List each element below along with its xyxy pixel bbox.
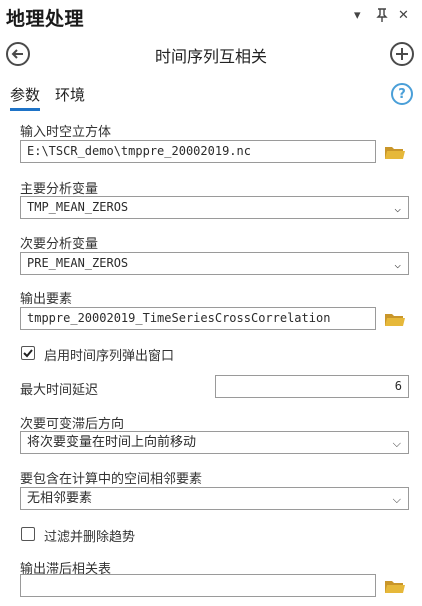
detrend-label: 过滤并删除趋势 — [44, 530, 136, 545]
pane-title: 地理处理 — [6, 8, 85, 30]
secondary-variable-select[interactable]: PRE_MEAN_ZEROS ⌵ — [20, 252, 409, 275]
enable-popup-checkbox[interactable] — [21, 346, 35, 360]
chevron-down-icon: ⌵ — [392, 437, 401, 450]
enable-popup-label: 启用时间序列弹出窗口 — [44, 349, 175, 364]
close-icon[interactable]: ✕ — [398, 8, 409, 24]
chevron-down-icon: ⌵ — [394, 202, 401, 215]
chevron-down-icon: ⌵ — [394, 258, 401, 271]
browse-input-cube-button[interactable] — [385, 144, 405, 163]
folder-icon — [385, 314, 405, 326]
lag-direction-select[interactable]: 将次要变量在时间上向前移动 ⌵ — [20, 431, 409, 454]
output-features-field[interactable]: tmppre_20002019_TimeSeriesCrossCorrelati… — [20, 307, 376, 330]
options-dropdown-icon[interactable]: ▾ — [354, 8, 361, 24]
pin-icon-glyph — [376, 8, 388, 22]
lag-direction-value: 将次要变量在时间上向前移动 — [27, 435, 197, 450]
tool-title: 时间序列互相关 — [154, 47, 267, 66]
lag-direction-label: 次要可变滞后方向 — [20, 417, 125, 432]
checkmark-icon — [23, 349, 33, 358]
tab-parameters[interactable]: 参数 — [10, 84, 41, 111]
output-table-field[interactable] — [20, 574, 376, 597]
primary-variable-select[interactable]: TMP_MEAN_ZEROS ⌵ — [20, 196, 409, 219]
secondary-variable-value: PRE_MEAN_ZEROS — [27, 256, 129, 270]
plus-icon — [396, 48, 408, 60]
input-cube-label: 输入时空立方体 — [20, 125, 112, 140]
max-lag-label: 最大时间延迟 — [20, 383, 99, 398]
primary-variable-value: TMP_MEAN_ZEROS — [27, 200, 129, 214]
chevron-down-icon: ⌵ — [392, 493, 401, 506]
help-icon[interactable]: ? — [391, 83, 413, 105]
neighbors-select[interactable]: 无相邻要素 ⌵ — [20, 487, 409, 510]
browse-output-table-button[interactable] — [385, 578, 405, 597]
pin-icon[interactable] — [376, 8, 388, 27]
secondary-variable-label: 次要分析变量 — [20, 237, 99, 252]
primary-variable-label: 主要分析变量 — [20, 182, 99, 197]
tab-environments[interactable]: 环境 — [55, 84, 85, 105]
detrend-checkbox[interactable] — [21, 527, 35, 541]
folder-icon — [385, 147, 405, 159]
max-lag-field[interactable]: 6 — [215, 375, 409, 398]
output-features-label: 输出要素 — [20, 292, 73, 307]
folder-icon — [385, 581, 405, 593]
neighbors-label: 要包含在计算中的空间相邻要素 — [20, 472, 203, 487]
neighbors-value: 无相邻要素 — [27, 491, 93, 506]
browse-output-features-button[interactable] — [385, 311, 405, 330]
add-button[interactable] — [390, 42, 414, 66]
input-cube-field[interactable]: E:\TSCR_demo\tmppre_20002019.nc — [20, 140, 376, 163]
